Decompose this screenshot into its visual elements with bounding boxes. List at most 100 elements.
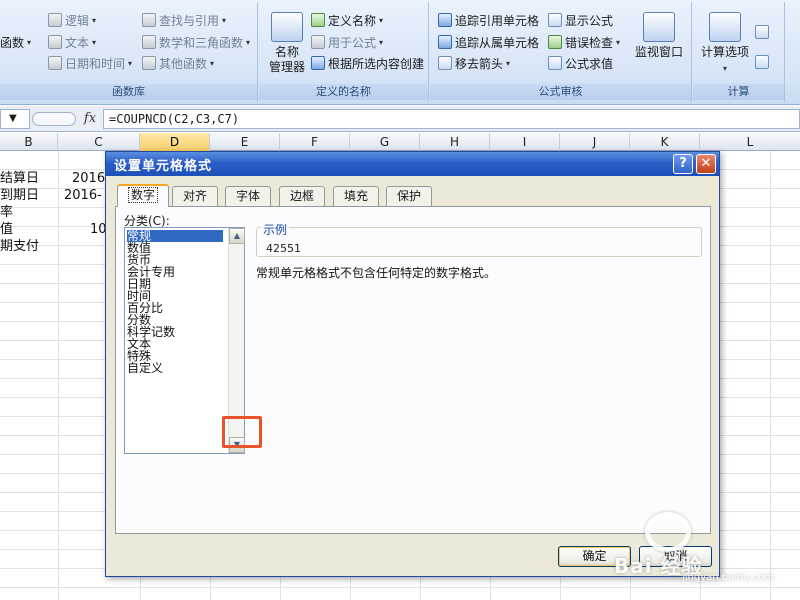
sample-box (256, 227, 702, 257)
tab-alignment[interactable]: 对齐 (172, 186, 219, 206)
column-header-i[interactable]: I (490, 133, 560, 151)
insert-function-icon[interactable]: fx (80, 110, 100, 128)
logical-label: 逻辑 (65, 13, 90, 28)
cell-b4[interactable]: 值 (0, 221, 13, 239)
calc-now-button[interactable] (755, 22, 769, 42)
category-custom[interactable]: 自定义 (127, 362, 223, 374)
dropdown-arrow-icon: ▾ (222, 15, 227, 25)
column-header-e[interactable]: E (210, 133, 280, 151)
name-box-dropdown[interactable]: ▼ (0, 109, 30, 129)
scroll-up-icon[interactable]: ▲ (229, 228, 245, 244)
evaluate-formula-button[interactable]: 公式求值 (548, 53, 613, 73)
trace-dependents-button[interactable]: 追踪从属单元格 (438, 32, 539, 52)
use-in-formula-button[interactable]: 用于公式 ▾ (311, 32, 383, 52)
define-name-button[interactable]: 定义名称 ▾ (311, 10, 383, 30)
calculator-icon (709, 12, 741, 42)
column-header-b[interactable]: B (0, 133, 58, 151)
dropdown-arrow-icon: ▾ (92, 15, 97, 25)
calc-sheet-button[interactable] (755, 52, 769, 72)
column-header-c[interactable]: C (58, 133, 140, 151)
column-header-j[interactable]: J (560, 133, 630, 151)
trace-precedents-button[interactable]: 追踪引用单元格 (438, 10, 539, 30)
column-header-h[interactable]: H (420, 133, 490, 151)
text-button[interactable]: 文本 ▾ (48, 32, 96, 52)
cell-b3[interactable]: 率 (0, 204, 13, 222)
evaluate-formula-icon (548, 56, 562, 70)
remove-arrows-button[interactable]: 移去箭头 ▾ (438, 53, 510, 73)
dialog-title: 设置单元格格式 (114, 159, 213, 174)
cell-b5[interactable]: 期支付 (0, 238, 39, 256)
tab-fill[interactable]: 填充 (333, 186, 380, 206)
text-icon (48, 35, 62, 49)
show-formulas-icon (548, 13, 562, 27)
date-time-button[interactable]: 日期和时间 ▾ (48, 53, 132, 73)
name-manager-button[interactable]: 名称 管理器 (265, 12, 309, 75)
dropdown-arrow-icon: ▾ (506, 58, 511, 68)
formula-input[interactable]: =COUPNCD(C2,C3,C7) (103, 109, 800, 129)
column-header-g[interactable]: G (350, 133, 420, 151)
sample-value: 42551 (266, 242, 301, 255)
name-manager-label-1: 名称 (274, 45, 299, 59)
more-functions-icon (142, 56, 156, 70)
tab-font[interactable]: 字体 (225, 186, 272, 206)
math-icon (142, 35, 156, 49)
error-checking-icon (548, 35, 562, 49)
close-button[interactable]: ✕ (696, 154, 716, 174)
define-name-label: 定义名称 (328, 13, 377, 28)
math-trig-button[interactable]: 数学和三角函数 ▾ (142, 32, 250, 52)
show-formulas-label: 显示公式 (565, 13, 614, 28)
evaluate-formula-label: 公式求值 (565, 56, 614, 71)
column-header-d[interactable]: D (140, 133, 210, 151)
show-formulas-button[interactable]: 显示公式 (548, 10, 613, 30)
column-header-l[interactable]: L (700, 133, 800, 151)
format-description: 常规单元格格式不包含任何特定的数字格式。 (256, 266, 497, 280)
sample-label: 示例 (261, 221, 290, 238)
logical-button[interactable]: 逻辑 ▾ (48, 10, 96, 30)
category-scrollbar[interactable]: ▲ ▼ (228, 228, 245, 453)
defined-names-label: 定义的名称 (259, 84, 428, 100)
trace-dependents-label: 追踪从属单元格 (455, 35, 540, 50)
category-list[interactable]: 常规 数值 货币 会计专用 日期 时间 百分比 分数 科学记数 文本 特殊 自定… (124, 227, 245, 454)
cell-b2[interactable]: 到期日 (0, 187, 39, 205)
lookup-icon (142, 13, 156, 27)
column-headers: B C D E F G H I J K L (0, 133, 800, 151)
scroll-down-icon[interactable]: ▼ (229, 437, 245, 453)
excel-window: 函数 ▾ 逻辑 ▾ 文本 ▾ 日期和时间 ▾ 查找与引用 ▾ 数学和三角函数 ▾ 其他函数 ▾… (0, 0, 800, 600)
tab-number[interactable]: 数字 (117, 184, 170, 207)
formula-bar-resize-control[interactable] (32, 112, 76, 126)
dialog-titlebar[interactable]: 设置单元格格式 ? ✕ (106, 152, 719, 176)
tab-border[interactable]: 边框 (279, 186, 326, 206)
calc-options-button[interactable]: 计算选项 ▾ (695, 12, 755, 76)
formula-auditing-group: 追踪引用单元格 追踪从属单元格 移去箭头 ▾ 显示公式 错误检查 ▾ 公式求值 监视… (430, 2, 692, 102)
dropdown-arrow-icon: ▾ (379, 15, 384, 25)
dropdown-arrow-icon: ▾ (210, 58, 215, 68)
column-header-f[interactable]: F (280, 133, 350, 151)
help-button[interactable]: ? (673, 154, 693, 174)
function-library-group: 函数 ▾ 逻辑 ▾ 文本 ▾ 日期和时间 ▾ 查找与引用 ▾ 数学和三角函数 ▾ 其他函数 ▾… (0, 2, 258, 102)
watch-window-label: 监视窗口 (634, 45, 683, 59)
watch-window-button[interactable]: 监视窗口 (630, 12, 688, 60)
func-dropdown[interactable]: 函数 ▾ (0, 32, 31, 52)
cell-c2[interactable]: 2016- (64, 187, 102, 205)
cell-c1[interactable]: 2016 (72, 170, 105, 188)
define-name-icon (311, 13, 325, 27)
dropdown-arrow-icon: ▾ (379, 37, 384, 47)
lookup-ref-button[interactable]: 查找与引用 ▾ (142, 10, 226, 30)
tab-protection[interactable]: 保护 (386, 186, 433, 206)
remove-arrows-icon (438, 56, 452, 70)
function-library-label: 函数库 (0, 84, 257, 100)
column-header-k[interactable]: K (630, 133, 700, 151)
watch-window-icon (643, 12, 675, 42)
dropdown-arrow-icon: ▾ (92, 37, 97, 47)
defined-names-group: 名称 管理器 定义名称 ▾ 用于公式 ▾ 根据所选内容创建 定义的名称 (259, 2, 429, 102)
tab-number-label: 数字 (128, 187, 159, 203)
calculation-label: 计算 (693, 84, 784, 100)
number-tab-panel: 分类(C): 常规 数值 货币 会计专用 日期 时间 百分比 分数 科学记数 文… (115, 206, 711, 534)
other-funcs-button[interactable]: 其他函数 ▾ (142, 53, 214, 73)
func-label: 函数 (0, 35, 25, 50)
create-from-selection-button[interactable]: 根据所选内容创建 (311, 53, 424, 73)
cell-b1[interactable]: 结算日 (0, 170, 39, 188)
logical-icon (48, 13, 62, 27)
create-from-selection-icon (311, 56, 325, 70)
error-checking-button[interactable]: 错误检查 ▾ (548, 32, 620, 52)
